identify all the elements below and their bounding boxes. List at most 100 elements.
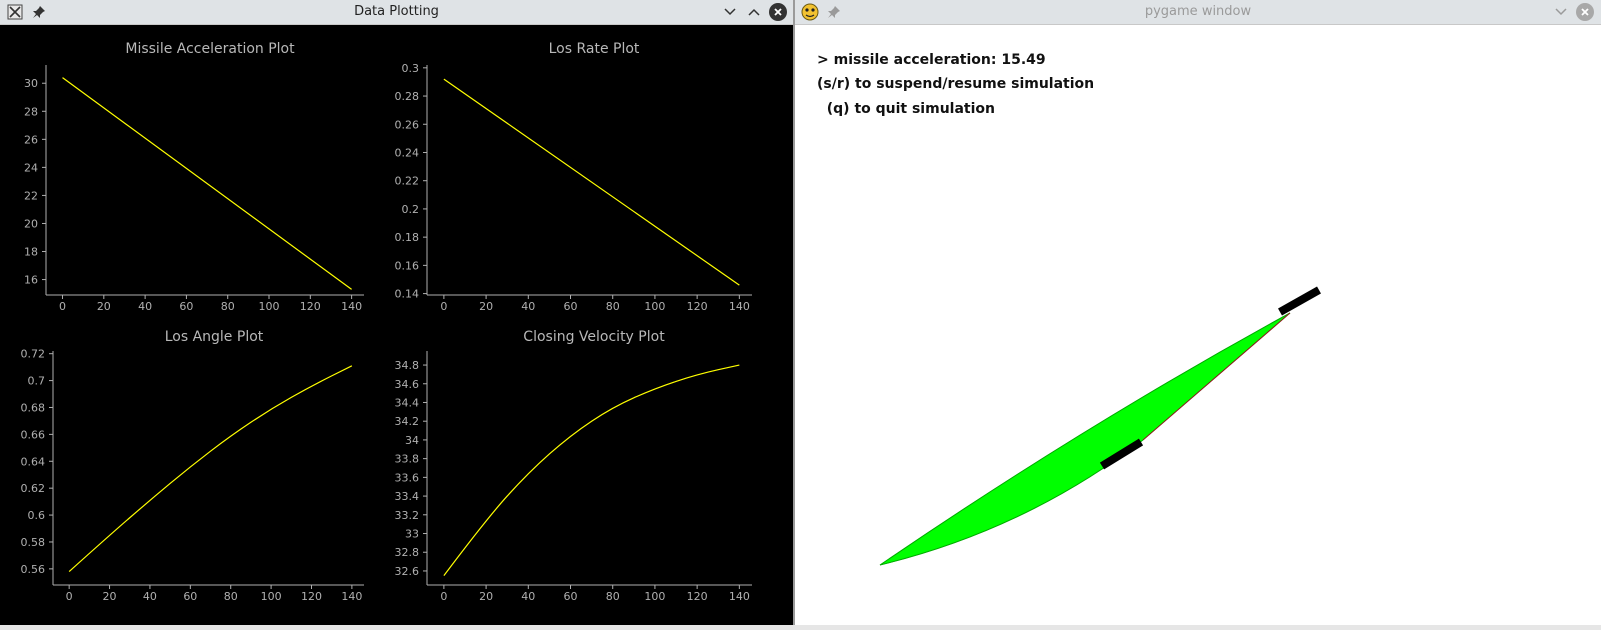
y-tick-label: 0.18: [395, 231, 420, 244]
y-tick-label: 0.22: [395, 175, 420, 188]
close-icon: [774, 8, 782, 16]
data-plotting-window: Data Plotting Missile Acceleration Plot 0…: [0, 0, 793, 630]
x-tick-label: 20: [479, 590, 493, 603]
x-tick-label: 120: [301, 590, 322, 603]
x-tick-label: 100: [644, 300, 665, 313]
y-tick-label: 32.8: [395, 546, 420, 559]
x-tick-label: 20: [97, 300, 111, 313]
plot-title: Los Rate Plot: [549, 41, 640, 57]
y-tick-label: 32.6: [395, 565, 420, 578]
x-tick-label: 0: [59, 300, 66, 313]
x-tick-label: 20: [479, 300, 493, 313]
close-icon: [1581, 8, 1589, 16]
x-tick-label: 140: [341, 300, 362, 313]
window-title: pygame window: [1144, 4, 1252, 19]
y-tick-label: 0.64: [21, 455, 46, 468]
x-tick-label: 140: [341, 590, 362, 603]
plot-title: Missile Acceleration Plot: [125, 41, 295, 57]
window-title: Data Plotting: [354, 4, 439, 19]
y-tick-label: 0.72: [21, 348, 46, 361]
y-tick-label: 34.2: [395, 415, 420, 428]
y-tick-label: 33: [405, 528, 419, 541]
x-tick-label: 100: [644, 590, 665, 603]
bottom-strip: [0, 625, 1601, 630]
simulation-scene: [879, 286, 1321, 566]
minimize-button[interactable]: [1552, 3, 1570, 21]
y-tick-label: 30: [24, 77, 38, 90]
y-tick-label: 0.2: [402, 203, 420, 216]
y-tick-label: 0.58: [21, 536, 46, 549]
close-button[interactable]: [769, 3, 787, 21]
x-tick-label: 20: [103, 590, 117, 603]
plots-svg: Missile Acceleration Plot 0 20 40 60 80 100 120…: [21, 41, 752, 603]
y-tick-label: 0.3: [402, 62, 420, 75]
x-tick-label: 60: [564, 590, 578, 603]
y-tick-label: 0.56: [21, 563, 46, 576]
titlebar-pygame[interactable]: pygame window: [795, 0, 1601, 25]
series-line: [68, 365, 353, 572]
x-tick-label: 120: [687, 300, 708, 313]
plot-title: Closing Velocity Plot: [523, 329, 665, 345]
x-tick-label: 80: [606, 590, 620, 603]
x-tick-label: 60: [179, 300, 193, 313]
x-tick-label: 80: [221, 300, 235, 313]
titlebar-data-plotting[interactable]: Data Plotting: [0, 0, 793, 25]
y-tick-label: 34: [405, 434, 419, 447]
pursuit-trail: [879, 312, 1291, 566]
y-tick-label: 20: [24, 217, 38, 230]
series-line: [443, 78, 740, 286]
chevron-down-icon: [724, 8, 736, 16]
plot-canvas: Missile Acceleration Plot 0 20 40 60 80 100 120…: [0, 25, 793, 625]
y-tick-label: 26: [24, 133, 38, 146]
target-object: [1278, 286, 1321, 316]
x-tick-label: 40: [143, 590, 157, 603]
y-tick-label: 0.6: [28, 509, 46, 522]
x-tick-label: 0: [440, 590, 447, 603]
x-tick-label: 0: [440, 300, 447, 313]
x-tick-label: 80: [606, 300, 620, 313]
line-of-sight: [1142, 312, 1291, 441]
close-button[interactable]: [1576, 3, 1594, 21]
x-tick-label: 40: [521, 590, 535, 603]
x-tick-label: 40: [138, 300, 152, 313]
series-line: [62, 77, 352, 290]
y-tick-label: 0.28: [395, 90, 420, 103]
y-tick-label: 24: [24, 161, 38, 174]
y-tick-label: 22: [24, 189, 38, 202]
y-tick-label: 0.7: [28, 375, 46, 388]
y-tick-label: 0.62: [21, 482, 46, 495]
x-tick-label: 40: [521, 300, 535, 313]
y-tick-label: 34.4: [395, 396, 420, 409]
x-tick-label: 120: [300, 300, 321, 313]
y-tick-label: 33.4: [395, 490, 420, 503]
x-tick-label: 0: [66, 590, 73, 603]
plot-title: Los Angle Plot: [165, 329, 264, 345]
y-tick-label: 0.26: [395, 118, 420, 131]
x-tick-label: 100: [261, 590, 282, 603]
y-tick-label: 34.8: [395, 359, 420, 372]
chevron-down-icon: [1555, 8, 1567, 16]
x-tick-label: 140: [729, 300, 750, 313]
chevron-up-icon: [748, 8, 760, 16]
minimize-button[interactable]: [721, 3, 739, 21]
y-tick-label: 28: [24, 105, 38, 118]
maximize-button[interactable]: [745, 3, 763, 21]
y-tick-label: 18: [24, 246, 38, 259]
x-tick-label: 140: [729, 590, 750, 603]
x-tick-label: 120: [687, 590, 708, 603]
y-tick-label: 16: [24, 274, 38, 287]
y-tick-label: 0.68: [21, 401, 46, 414]
x-tick-label: 80: [224, 590, 238, 603]
pygame-window: pygame window > missile acceleration: 15…: [795, 0, 1601, 630]
y-tick-label: 0.16: [395, 259, 420, 272]
y-tick-label: 0.66: [21, 428, 46, 441]
y-tick-label: 33.8: [395, 453, 420, 466]
y-tick-label: 33.6: [395, 471, 420, 484]
x-tick-label: 60: [183, 590, 197, 603]
y-tick-label: 0.14: [395, 288, 420, 301]
x-tick-label: 100: [259, 300, 280, 313]
simulation-canvas[interactable]: > missile acceleration: 15.49 (s/r) to s…: [795, 25, 1601, 625]
series-line: [443, 364, 740, 577]
y-tick-label: 33.2: [395, 509, 420, 522]
x-tick-label: 60: [564, 300, 578, 313]
